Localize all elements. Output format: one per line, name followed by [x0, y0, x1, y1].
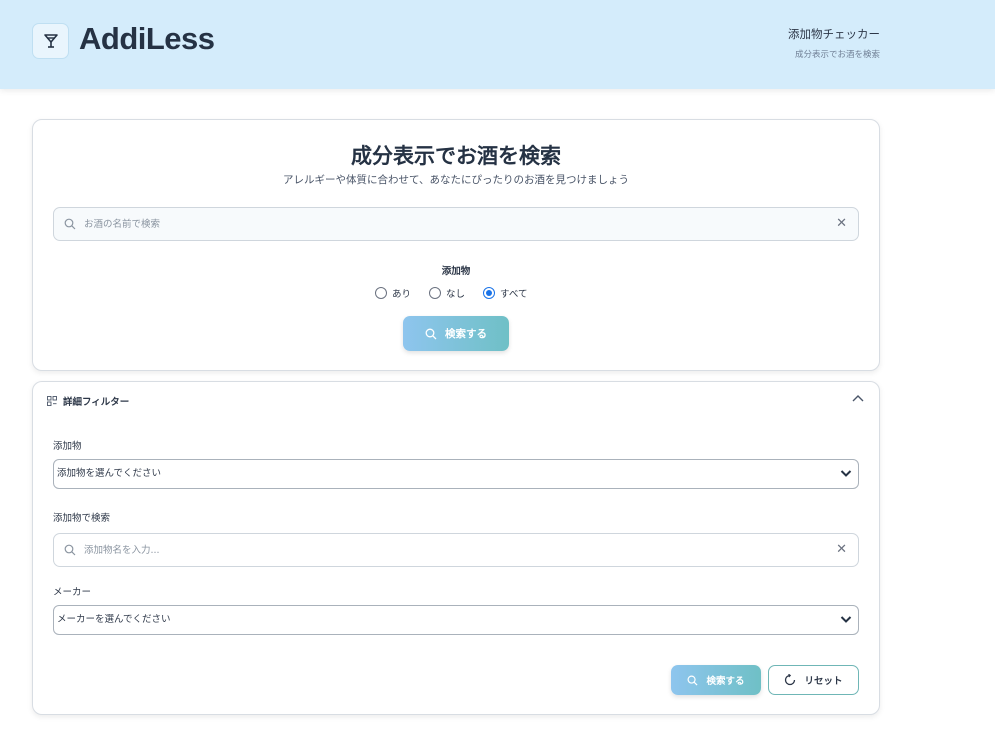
radio-no[interactable]: なし — [429, 286, 465, 300]
radio-yes[interactable]: あり — [375, 286, 411, 300]
search-card: 成分表示でお酒を検索 アレルギーや体質に合わせて、あなたにぴったりのお酒を見つけ… — [32, 119, 880, 371]
additive-filter-label: 添加物 — [53, 441, 82, 452]
radio-yes-circle[interactable] — [375, 287, 387, 299]
maker-label: メーカー — [53, 587, 92, 598]
chevron-down-icon — [840, 470, 852, 477]
detail-filter-card: 詳細フィルター 添加物 添加物を選んでください 添加物で検索 ✕ メーカー メー… — [32, 381, 880, 715]
cocktail-glass-icon — [43, 34, 58, 48]
radio-all-circle[interactable] — [483, 287, 496, 299]
reset-button[interactable]: リセット — [768, 665, 859, 695]
radio-all[interactable]: すべて — [483, 286, 528, 300]
maker-select[interactable]: メーカーを選んでください — [53, 605, 859, 635]
additive-select[interactable]: 添加物を選んでください — [53, 459, 859, 489]
app-header: AddiLess 添加物チェッカー 成分表示でお酒を検索 — [0, 0, 995, 89]
radio-all-label: すべて — [500, 289, 528, 300]
header-title: 添加物チェッカー — [788, 27, 880, 41]
header-info: 添加物チェッカー 成分表示でお酒を検索 — [788, 26, 880, 60]
radio-yes-label: あり — [392, 289, 412, 300]
page-title: 成分表示でお酒を検索 — [351, 144, 561, 168]
close-icon[interactable]: ✕ — [836, 542, 847, 557]
header-subtitle: 成分表示でお酒を検索 — [794, 50, 880, 60]
additive-label: 添加物 — [441, 266, 471, 277]
refresh-icon — [785, 674, 796, 686]
search-input[interactable] — [84, 208, 824, 240]
search-bar: ✕ — [53, 207, 859, 241]
filter-title: 詳細フィルター — [63, 397, 130, 408]
search-icon — [687, 675, 698, 686]
search-icon — [64, 218, 76, 230]
page-subtitle: アレルギーや体質に合わせて、あなたにぴったりのお酒を見つけましょう — [283, 174, 629, 186]
reset-button-label: リセット — [804, 676, 843, 687]
filter-header[interactable]: 詳細フィルター — [47, 394, 129, 408]
brand-name[interactable]: AddiLess — [79, 21, 215, 57]
search-button-label: 検索する — [445, 328, 487, 340]
additive-search-bar: ✕ — [53, 533, 859, 567]
additive-search-input[interactable] — [84, 534, 824, 566]
filter-grid-icon — [47, 396, 57, 406]
filter-search-button[interactable]: 検索する — [671, 665, 761, 695]
additive-select-value: 添加物を選んでください — [57, 468, 162, 479]
maker-select-value: メーカーを選んでください — [57, 614, 171, 625]
chevron-up-icon[interactable] — [851, 393, 865, 403]
radio-no-circle[interactable] — [429, 287, 442, 299]
additive-search-label: 添加物で検索 — [53, 513, 111, 524]
additive-radio-group: あり なし すべて — [375, 286, 528, 300]
search-icon — [64, 544, 76, 556]
close-icon[interactable]: ✕ — [836, 216, 847, 231]
radio-no-label: なし — [446, 289, 466, 300]
chevron-down-icon — [840, 616, 852, 623]
logo[interactable] — [32, 23, 69, 59]
search-button[interactable]: 検索する — [403, 316, 509, 351]
filter-search-button-label: 検索する — [706, 676, 745, 687]
search-icon — [425, 328, 437, 339]
